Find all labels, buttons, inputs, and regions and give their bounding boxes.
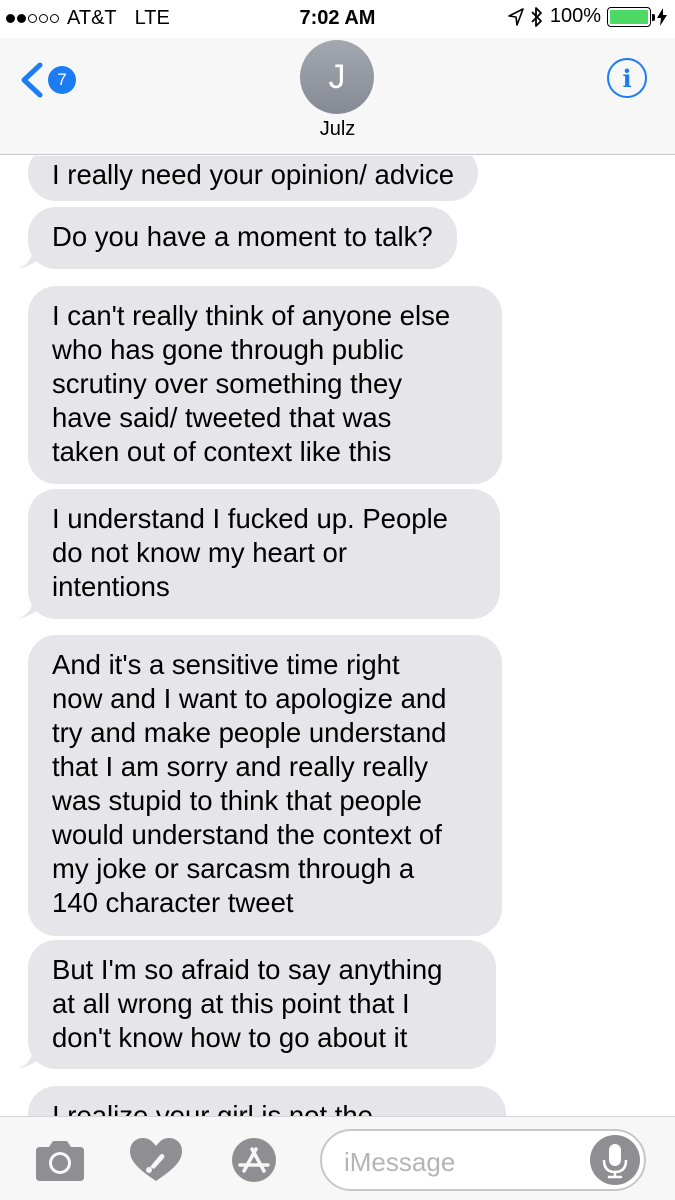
microphone-button[interactable] xyxy=(590,1135,640,1185)
bubble-tail xyxy=(18,593,48,619)
battery-percent: 100% xyxy=(549,5,601,27)
message-bubble[interactable]: But I'm so afraid to say anything at all… xyxy=(28,940,496,1069)
bubble-tail xyxy=(18,243,48,269)
message-bubble[interactable]: I realize your girl is not the xyxy=(28,1086,506,1116)
chevron-left-icon xyxy=(21,62,43,98)
compose-bar: iMessage xyxy=(0,1116,675,1200)
contact-avatar[interactable]: J xyxy=(300,40,374,114)
message-bubble[interactable]: I understand I fucked up. People do not … xyxy=(28,489,500,619)
bubble-tail xyxy=(18,1043,48,1069)
message-bubble[interactable]: I really need your opinion/ advice xyxy=(28,156,479,201)
info-icon: i xyxy=(622,63,632,93)
back-button[interactable]: 7 xyxy=(18,60,84,100)
message-bubble[interactable]: And it's a sensitive time right now and … xyxy=(28,635,502,936)
message-input[interactable]: iMessage xyxy=(320,1129,646,1191)
camera-icon[interactable] xyxy=(32,1137,88,1183)
message-list[interactable]: I really need your opinion/ advice Do yo… xyxy=(0,156,675,1116)
info-button[interactable]: i xyxy=(607,58,647,98)
microphone-icon xyxy=(602,1144,628,1179)
conversation-header: 7 J Julz i xyxy=(0,38,675,155)
bluetooth-icon xyxy=(531,6,542,27)
app-store-icon[interactable] xyxy=(226,1137,282,1183)
location-arrow-icon xyxy=(508,7,524,26)
unread-count-badge: 7 xyxy=(48,66,76,94)
status-right: 100% xyxy=(508,5,667,28)
charging-bolt-icon xyxy=(657,7,667,26)
message-bubble[interactable]: I can't really think of anyone else who … xyxy=(28,286,502,484)
status-bar: AT&T LTE 7:02 AM 100% xyxy=(0,0,675,38)
contact-name[interactable]: Julz xyxy=(0,118,675,141)
digital-touch-heart-icon[interactable] xyxy=(128,1137,184,1183)
message-bubble[interactable]: Do you have a moment to talk? xyxy=(28,207,457,269)
battery-icon xyxy=(607,6,655,27)
message-input-placeholder: iMessage xyxy=(344,1147,456,1177)
